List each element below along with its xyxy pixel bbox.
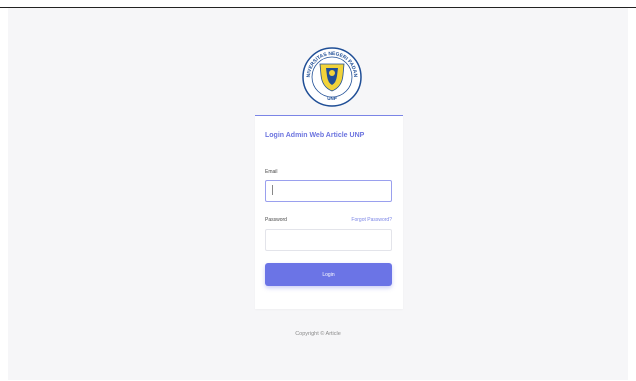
top-bar: [0, 0, 636, 8]
forgot-password-link[interactable]: Forgot Password?: [351, 217, 392, 223]
password-label: Password: [265, 217, 287, 223]
text-cursor: [272, 185, 273, 195]
login-button[interactable]: Login: [265, 263, 392, 286]
university-seal-icon: UNIVERSITAS NEGERI PADANG UNP: [302, 47, 362, 107]
login-card: Login Admin Web Article UNP Email Passwo…: [255, 115, 403, 309]
copyright-text: Copyright © Article: [295, 331, 341, 337]
email-input[interactable]: [265, 180, 392, 202]
login-title: Login Admin Web Article UNP: [265, 132, 365, 139]
email-label: Email: [265, 169, 278, 175]
seal-text-bottom: UNP: [327, 96, 337, 101]
password-input[interactable]: [265, 229, 392, 251]
